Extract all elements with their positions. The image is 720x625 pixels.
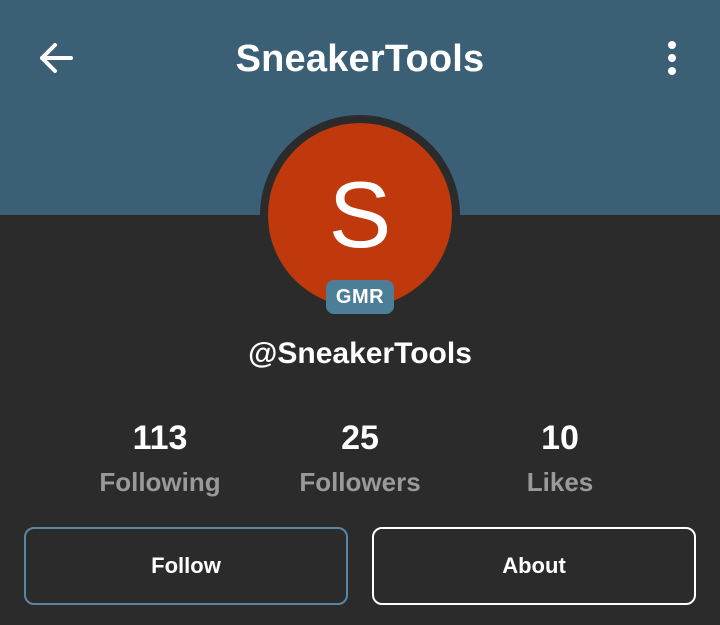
likes-count: 10 <box>541 419 579 457</box>
stat-following[interactable]: 113 Following <box>60 418 260 500</box>
profile-handle: @SneakerTools <box>248 337 472 370</box>
stat-likes[interactable]: 10 Likes <box>460 418 660 500</box>
following-label: Following <box>99 467 221 497</box>
page-title: SneakerTools <box>235 38 485 80</box>
more-options-button[interactable] <box>650 36 694 80</box>
avatar-letter: S <box>328 162 392 267</box>
more-vertical-icon <box>668 41 676 75</box>
likes-label: Likes <box>526 467 594 497</box>
stat-followers[interactable]: 25 Followers <box>260 418 460 500</box>
about-button[interactable]: About <box>372 527 696 605</box>
follow-button[interactable]: Follow <box>24 527 348 605</box>
following-count: 113 <box>132 419 188 457</box>
followers-label: Followers <box>299 467 421 497</box>
gamer-badge: GMR <box>326 280 394 314</box>
followers-count: 25 <box>341 419 379 457</box>
